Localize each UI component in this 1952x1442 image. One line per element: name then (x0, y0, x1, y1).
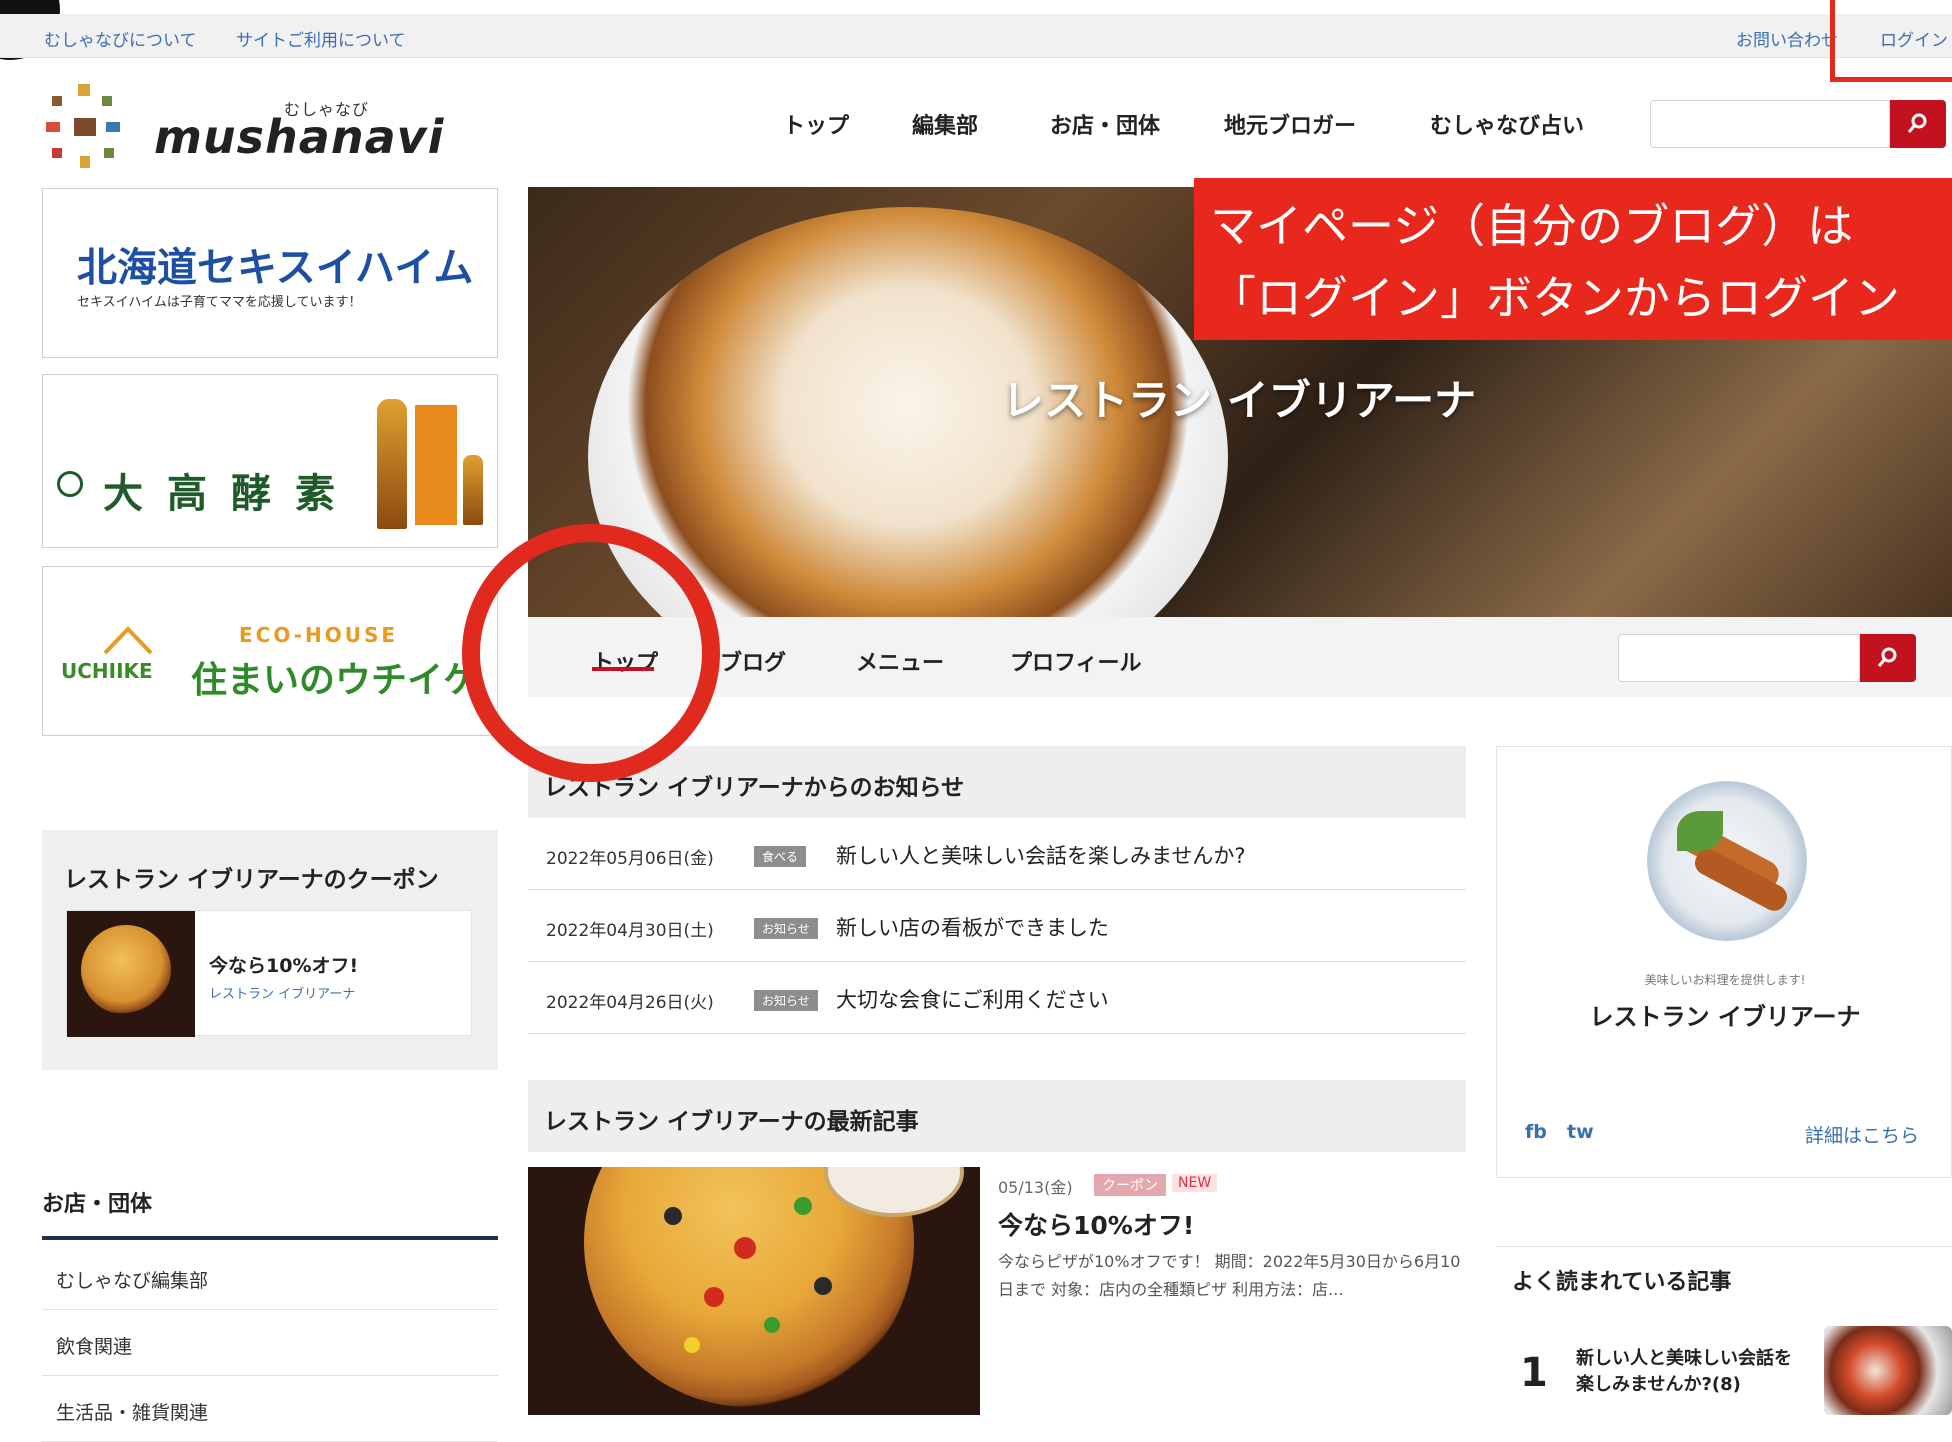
article-excerpt: 今ならピザが10%オフです！ 期間：2022年5月30日から6月10日まで 対象… (998, 1252, 1461, 1299)
annotation-callout: マイページ（自分のブログ）は 「ログイン」ボタンからログイン (1194, 178, 1952, 340)
shop-search-input[interactable] (1618, 634, 1860, 682)
profile-tagline: 美味しいお料理を提供します! (1644, 973, 1806, 987)
news-date: 2022年04月30日(土) (546, 921, 714, 941)
callout-line-1: マイページ（自分のブログ）は (1210, 199, 1854, 253)
banner-sekisui[interactable]: 北海道セキスイハイム セキスイハイムは子育てママを応援しています！ (42, 188, 498, 358)
category-item[interactable]: むしゃなび編集部 (42, 1244, 498, 1310)
popular-article-thumbnail[interactable] (1824, 1326, 1952, 1415)
news-title[interactable]: 新しい店の看板ができました (836, 912, 1109, 942)
search-icon (1877, 647, 1897, 667)
shop-tab-blog[interactable]: ブログ (720, 645, 786, 677)
profile-photo (1647, 781, 1807, 941)
latest-heading: レストラン イブリアーナの最新記事 (528, 1080, 1466, 1152)
popular-article-title[interactable]: 新しい人と美味しい会話を楽しみませんか?(8) (1576, 1346, 1806, 1398)
news-category-badge: 食べる (754, 846, 807, 867)
news-title[interactable]: 大切な会食にご利用ください (836, 984, 1109, 1014)
divider (1496, 1246, 1952, 1247)
box-image (415, 405, 457, 525)
banner-uchiike[interactable]: ECO-HOUSE UCHIIKE 住まいのウチイケ (42, 566, 498, 736)
gnav-editorial[interactable]: 編集部 (912, 108, 978, 140)
about-link[interactable]: むしゃなびについて (44, 26, 197, 51)
coupon-card[interactable]: 今なら10%オフ! レストラン イブリアーナ (66, 910, 472, 1037)
house-icon (103, 626, 153, 655)
annotation-circle (462, 524, 720, 782)
coupon-thumbnail (67, 911, 195, 1037)
coupon-title: 今なら10%オフ! (209, 955, 359, 977)
news-heading: レストラン イブリアーナからのお知らせ (528, 746, 1466, 818)
callout-line-2: 「ログイン」ボタンからログイン (1210, 271, 1900, 325)
coupon-shop-link[interactable]: レストラン イブリアーナ (209, 983, 355, 1002)
category-item[interactable]: 飲食関連 (42, 1310, 498, 1376)
article-coupon-badge: クーポン (1094, 1174, 1166, 1196)
site-usage-link[interactable]: サイトご利用について (236, 26, 406, 51)
news-item[interactable]: 2022年05月06日(金) 食べる 新しい人と美味しい会話を楽しみませんか? (528, 818, 1466, 890)
news-date: 2022年04月26日(火) (546, 993, 714, 1013)
gnav-shops[interactable]: お店・団体 (1050, 108, 1160, 140)
coupon-panel: レストラン イブリアーナのクーポン 今なら10%オフ! レストラン イブリアーナ (42, 830, 498, 1070)
news-category-badge: お知らせ (754, 918, 818, 939)
article-thumbnail[interactable] (528, 1167, 980, 1415)
header-search-input[interactable] (1650, 100, 1890, 148)
news-category-badge: お知らせ (754, 990, 818, 1011)
profile-details-link[interactable]: 詳細はこちら (1805, 1121, 1919, 1148)
shop-tab-menu[interactable]: メニュー (856, 645, 944, 677)
banner-ootaka-title: 大高酵素 (103, 470, 359, 517)
news-date: 2022年05月06日(金) (546, 849, 714, 869)
gnav-bloggers[interactable]: 地元ブロガー (1224, 108, 1356, 140)
login-highlight-box (1830, 0, 1952, 82)
article-date: 05/13(金) (998, 1178, 1073, 1197)
popular-heading: よく読まれている記事 (1512, 1270, 1732, 1295)
bottle-image (377, 399, 407, 529)
category-heading: お店・団体 (42, 1186, 498, 1240)
article-new-badge: NEW (1172, 1174, 1218, 1192)
pizza-image (81, 925, 171, 1015)
shop-profile-card: 美味しいお料理を提供します! レストラン イブリアーナ fb tw 詳細はこちら (1496, 746, 1952, 1178)
category-item[interactable]: 生活品・雑貨関連 (42, 1376, 498, 1442)
header-search-button[interactable] (1890, 100, 1946, 148)
logo-mark-icon (46, 84, 120, 168)
rank-number: 1 (1520, 1350, 1548, 1396)
profile-name: レストラン イブリアーナ (1589, 1003, 1861, 1031)
news-item[interactable]: 2022年04月26日(火) お知らせ 大切な会食にご利用ください (528, 962, 1466, 1034)
twitter-link[interactable]: tw (1567, 1121, 1594, 1143)
banner-uchiike-title: 住まいのウチイケ (191, 660, 480, 701)
banner-sekisui-title: 北海道セキスイハイム (77, 245, 474, 291)
ootaka-mark-icon (57, 471, 83, 497)
gnav-fortune[interactable]: むしゃなび占い (1430, 108, 1584, 140)
banner-ootaka[interactable]: 大高酵素 (42, 374, 498, 548)
shop-search-button[interactable] (1860, 634, 1916, 682)
banner-sekisui-subtitle: セキスイハイムは子育てママを応援しています！ (77, 295, 362, 310)
coupon-heading: レストラン イブリアーナのクーポン (64, 867, 439, 893)
site-logo[interactable]: むしゃなび mushanavi (44, 76, 443, 176)
banner-uchiike-brand: UCHIIKE (61, 659, 153, 683)
news-title[interactable]: 新しい人と美味しい会話を楽しみませんか? (836, 840, 1246, 870)
logo-wordmark: mushanavi (154, 110, 445, 164)
facebook-link[interactable]: fb (1525, 1121, 1547, 1143)
gnav-top[interactable]: トップ (783, 108, 849, 140)
article-title[interactable]: 今なら10%オフ! (998, 1206, 1194, 1242)
search-icon (1907, 113, 1927, 133)
news-item[interactable]: 2022年04月30日(土) お知らせ 新しい店の看板ができました (528, 890, 1466, 962)
hero-title: レストラン イブリアーナ (1002, 376, 1477, 425)
utility-bar: むしゃなびについて サイトご利用について お問い合わせ ログイン (0, 14, 1952, 58)
small-bottle-image (463, 455, 483, 525)
shop-tab-profile[interactable]: プロフィール (1010, 645, 1142, 677)
contact-link[interactable]: お問い合わせ (1736, 26, 1838, 51)
banner-uchiike-label: ECO-HOUSE (239, 623, 399, 647)
